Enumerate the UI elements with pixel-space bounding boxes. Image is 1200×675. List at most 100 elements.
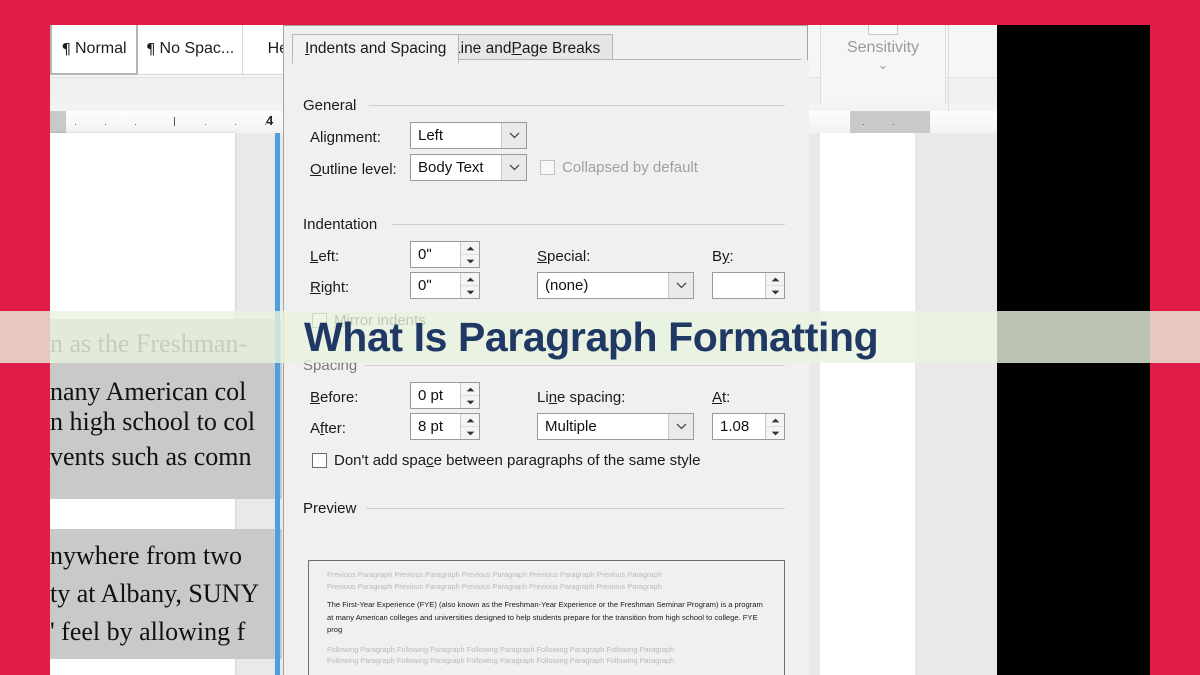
sensitivity-button-label: Sensitivity <box>846 39 920 56</box>
sensitivity-ribbon-group[interactable]: Sensitivity ⌄ <box>820 25 946 103</box>
pilcrow-icon: ¶ <box>146 40 156 58</box>
stepper-down-icon[interactable] <box>461 427 479 439</box>
paragraph-dialog[interactable]: Indents and Spacing Line and Page Breaks… <box>283 25 809 675</box>
tab-label-pre: Line and <box>452 40 512 57</box>
tab-label-post: age Breaks <box>521 40 601 57</box>
tab-indents-and-spacing[interactable]: Indents and Spacing <box>292 34 460 64</box>
chevron-down-icon[interactable] <box>501 155 526 180</box>
document-text-line: n as the Freshman- <box>50 329 248 358</box>
stepper-down-icon[interactable] <box>461 396 479 408</box>
video-letterbox <box>997 25 1150 675</box>
style-chip-no-spacing[interactable]: ¶ No Spac... <box>138 25 244 75</box>
document-text-line: nany American col <box>50 377 247 406</box>
collapsed-by-default-checkbox[interactable]: Collapsed by default <box>540 159 698 176</box>
chevron-down-icon[interactable] <box>501 123 526 148</box>
ruler-tick <box>174 117 175 126</box>
ruler-dot: · <box>204 119 207 129</box>
sensitivity-icon <box>868 25 898 35</box>
indent-left-label: Left: <box>310 248 340 265</box>
special-label: Special: <box>537 248 591 265</box>
ruler-dot: · <box>892 119 895 129</box>
group-divider <box>369 105 785 106</box>
dialog-body: General Alignment: Left Outline level: B… <box>284 60 809 675</box>
indent-left-stepper[interactable]: 0ʺ <box>410 241 480 268</box>
stepper-up-icon[interactable] <box>461 273 479 286</box>
at-label: At: <box>712 389 731 406</box>
group-divider <box>392 224 785 225</box>
indent-right-stepper[interactable]: 0ʺ <box>410 272 480 299</box>
chevron-down-icon[interactable]: ⌄ <box>878 58 889 71</box>
alignment-label: Alignment: <box>310 129 381 146</box>
stepper-up-icon[interactable] <box>766 414 784 427</box>
chevron-down-icon[interactable] <box>668 273 693 298</box>
by-label: By: <box>712 248 734 265</box>
preview-group-label: Preview <box>303 500 363 517</box>
checkbox-box <box>312 313 327 328</box>
alignment-combobox[interactable]: Left <box>410 122 527 149</box>
dialog-tab-strip[interactable]: Indents and Spacing Line and Page Breaks <box>284 30 809 64</box>
stepper-arrows[interactable] <box>460 414 479 439</box>
stepper-arrows[interactable] <box>765 273 784 298</box>
group-divider <box>366 508 785 509</box>
stepper-down-icon[interactable] <box>766 427 784 439</box>
stepper-arrows[interactable] <box>460 242 479 267</box>
stepper-down-icon[interactable] <box>766 286 784 298</box>
by-stepper[interactable] <box>712 272 785 299</box>
stepper-arrows[interactable] <box>765 414 784 439</box>
preview-following-line: Following Paragraph Following Paragraph … <box>327 644 675 654</box>
preview-previous-line: Previous Paragraph Previous Paragraph Pr… <box>327 581 662 591</box>
spacing-after-label: After: <box>310 420 346 437</box>
ruler-dot: · <box>104 119 107 129</box>
document-text-line: nywhere from two <box>50 541 243 570</box>
document-text-line: ' feel by allowing f <box>50 617 246 646</box>
mirror-indents-label: Mirror indents <box>334 312 426 329</box>
stepper-down-icon[interactable] <box>461 255 479 267</box>
at-stepper[interactable]: 1.08 <box>712 413 785 440</box>
document-text-line: n high school to col <box>50 407 256 436</box>
spacing-before-stepper[interactable]: 0 pt <box>410 382 480 409</box>
stepper-up-icon[interactable] <box>461 383 479 396</box>
special-value: (none) <box>545 277 589 294</box>
line-spacing-value: Multiple <box>545 418 597 435</box>
general-group-label: General <box>303 97 363 114</box>
ruler-dot: · <box>862 119 865 129</box>
ruler-dot: · <box>74 119 77 129</box>
stepper-arrows[interactable] <box>460 273 479 298</box>
style-chip-normal[interactable]: ¶ Normal <box>50 25 138 75</box>
screenshot-frame: ¶ Normal ¶ No Spac... Head Sensitivit <box>0 0 1200 675</box>
ruler-dot: · <box>134 119 137 129</box>
mirror-indents-checkbox[interactable]: Mirror indents <box>312 312 426 329</box>
tab-label: ndents and Spacing <box>309 40 447 57</box>
chevron-down-icon[interactable] <box>668 414 693 439</box>
checkbox-box <box>540 160 555 175</box>
group-divider <box>364 365 785 366</box>
ruler-margin-left <box>50 111 66 133</box>
outline-level-combobox[interactable]: Body Text <box>410 154 527 181</box>
paragraph-preview: Previous Paragraph Previous Paragraph Pr… <box>308 560 785 675</box>
stepper-arrows[interactable] <box>460 383 479 408</box>
pilcrow-icon: ¶ <box>61 40 71 58</box>
stepper-up-icon[interactable] <box>461 414 479 427</box>
outline-level-value: Body Text <box>418 159 484 176</box>
checkbox-box <box>312 453 327 468</box>
video-frame-content: ¶ Normal ¶ No Spac... Head Sensitivit <box>50 25 1150 675</box>
vertical-scrollbar[interactable] <box>275 133 280 675</box>
special-combobox[interactable]: (none) <box>537 272 694 299</box>
line-spacing-combobox[interactable]: Multiple <box>537 413 694 440</box>
dont-add-space-label: Don't add space between paragraphs of th… <box>334 452 701 469</box>
collapsed-by-default-label: Collapsed by default <box>562 159 698 176</box>
stepper-down-icon[interactable] <box>461 286 479 298</box>
preview-previous-line: Previous Paragraph Previous Paragraph Pr… <box>327 570 662 579</box>
line-spacing-label: Line spacing: <box>537 389 626 406</box>
alignment-value: Left <box>418 127 444 144</box>
document-page-right <box>820 133 915 675</box>
stepper-up-icon[interactable] <box>766 273 784 286</box>
stepper-up-icon[interactable] <box>461 242 479 255</box>
indent-left-value: 0ʺ <box>418 246 432 263</box>
ribbon-group-divider <box>948 25 949 119</box>
document-text-line: vents such as comn <box>50 442 252 471</box>
document-text-line: ty at Albany, SUNY <box>50 579 260 608</box>
dont-add-space-checkbox[interactable]: Don't add space between paragraphs of th… <box>312 452 700 469</box>
spacing-after-stepper[interactable]: 8 pt <box>410 413 480 440</box>
tab-accel: P <box>511 40 522 57</box>
